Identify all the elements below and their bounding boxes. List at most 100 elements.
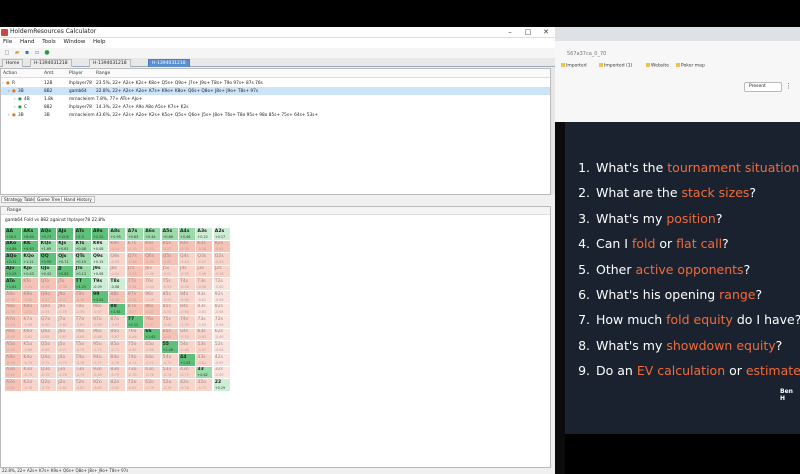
range-cell[interactable]: Q9o -0.47 [39, 291, 57, 304]
range-cell[interactable]: T5o -0.73 [74, 341, 92, 354]
range-cell[interactable]: AJs +12.6 [57, 228, 75, 241]
tab-strategy-table[interactable]: Strategy Table [1, 196, 38, 203]
range-cell[interactable]: Q6s -0.40 [144, 253, 162, 266]
range-cell[interactable]: A2s +0.17 [213, 228, 231, 241]
range-cell[interactable]: Q2o -0.79 [39, 379, 57, 392]
range-cell[interactable]: QJs +0.71 [57, 253, 75, 266]
range-cell[interactable]: JJ +0.83 [57, 265, 75, 279]
range-cell[interactable]: 65s -0.44 [161, 328, 179, 342]
range-cell[interactable]: K7s -0.19 [126, 240, 144, 254]
range-cell[interactable]: 87o -0.63 [109, 316, 127, 329]
range-cell[interactable]: 97s -0.34 [126, 291, 144, 304]
range-cell[interactable]: K8o -0.51 [22, 303, 40, 317]
range-cell[interactable]: QTo -0.35 [39, 278, 57, 291]
range-cell[interactable]: 43o -0.75 [179, 366, 196, 380]
range-cell[interactable]: 75o -0.69 [126, 341, 144, 354]
range-cell[interactable]: Q3o -0.76 [39, 366, 57, 380]
range-cell[interactable]: J5o -0.71 [57, 341, 75, 354]
range-cell[interactable]: K7o -0.56 [22, 316, 40, 329]
range-cell[interactable]: JTo -0.38 [57, 278, 75, 291]
range-cell[interactable]: 92s -0.63 [213, 291, 231, 304]
range-cell[interactable]: 85o -0.71 [109, 341, 127, 354]
url-text[interactable]: 567a37ca_0_70 [567, 51, 606, 57]
range-cell[interactable]: 86s -0.41 [144, 303, 162, 317]
range-cell[interactable]: AKs +8.64 [22, 228, 40, 241]
range-cell[interactable]: QQ +3.95 [39, 253, 57, 266]
range-cell[interactable]: Q4s -0.44 [179, 253, 196, 266]
minimize-icon[interactable]: – [501, 27, 519, 38]
tab-hand-2[interactable]: H-1394031218 [89, 59, 131, 67]
range-cell[interactable]: Q7s -0.36 [126, 253, 144, 266]
range-cell[interactable]: T6o -0.68 [74, 328, 92, 342]
range-cell[interactable]: 72s -0.66 [213, 316, 231, 329]
range-cell[interactable]: Q8o -0.54 [39, 303, 57, 317]
range-cell[interactable]: 92o -0.83 [92, 379, 109, 392]
range-cell[interactable]: 44 +1.03 [179, 354, 196, 367]
range-cell[interactable]: 55 +1.48 [161, 341, 179, 354]
range-cell[interactable]: Q6o -0.65 [39, 328, 57, 342]
range-cell[interactable]: K9s +0.08 [92, 240, 109, 254]
range-cell[interactable]: 83s -0.63 [196, 303, 214, 317]
range-cell[interactable]: J3s -0.56 [196, 265, 214, 279]
bookmark-poker-map[interactable]: Poker map [676, 63, 705, 69]
expand-chevron-icon[interactable]: › [2, 81, 4, 86]
range-cell[interactable]: 99 +3.04 [92, 291, 109, 304]
range-cell[interactable]: 53s -0.57 [196, 341, 214, 354]
range-cell[interactable]: 66 +1.62 [144, 328, 162, 342]
range-cell[interactable]: J7o -0.62 [57, 316, 75, 329]
range-cell[interactable]: 76o -0.66 [126, 328, 144, 342]
range-cell[interactable]: A9s +1.22 [92, 228, 109, 241]
range-cell[interactable]: AA +16.5 [5, 228, 22, 241]
range-cell[interactable]: 63o -0.76 [144, 366, 162, 380]
range-cell[interactable]: 98o -0.57 [92, 303, 109, 317]
range-cell[interactable]: 77 +2.12 [126, 316, 144, 329]
range-cell[interactable]: 74o -0.74 [126, 354, 144, 367]
range-cell[interactable]: T3s -0.58 [196, 278, 214, 291]
save-icon[interactable]: ▪ [23, 49, 31, 56]
range-cell[interactable]: QTs +0.19 [74, 253, 92, 266]
new-icon[interactable]: ◻ [3, 49, 11, 56]
range-cell[interactable]: Q9s +0.15 [92, 253, 109, 266]
range-cell[interactable]: K5o -0.66 [22, 341, 40, 354]
range-cell[interactable]: A5s +0.66 [161, 228, 179, 241]
range-cell[interactable]: J9s +0.08 [92, 265, 109, 279]
range-cell[interactable]: 63s -0.62 [196, 328, 214, 342]
range-cell[interactable]: K9o -0.45 [22, 291, 40, 304]
range-cell[interactable]: 83o -0.79 [109, 366, 127, 380]
range-cell[interactable]: 32s -0.69 [213, 366, 231, 380]
range-cell[interactable]: TT +4.25 [74, 278, 92, 291]
range-cell[interactable]: 64o -0.72 [144, 354, 162, 367]
range-cell[interactable]: Q8s -0.09 [109, 253, 127, 266]
range-cell[interactable]: KJs +0.61 [57, 240, 75, 254]
menu-hand[interactable]: Hand [17, 38, 37, 45]
range-cell[interactable]: 43s -0.61 [196, 354, 214, 367]
range-cell[interactable]: 93o -0.80 [92, 366, 109, 380]
range-cell[interactable]: 54o -0.71 [161, 354, 179, 367]
maximize-icon[interactable]: □ [519, 27, 537, 38]
range-cell[interactable]: 52o -0.78 [161, 379, 179, 392]
range-cell[interactable]: K2o -0.76 [22, 379, 40, 392]
tree-row[interactable]: › ● 4B 1.8k mrnacleinm 7.8%, 77+ ATs+ AJo+ [1, 95, 550, 103]
range-cell[interactable]: 95o -0.72 [92, 341, 109, 354]
range-cell[interactable]: ATs +2.3 [74, 228, 92, 241]
range-cell[interactable]: KJo +0.43 [22, 265, 40, 279]
range-cell[interactable]: 94o -0.77 [92, 354, 109, 367]
range-cell[interactable]: AQs +9.73 [39, 228, 57, 241]
menu-help[interactable]: Help [90, 38, 109, 45]
range-cell[interactable]: J8s -0.04 [109, 265, 127, 279]
bookmark-imported[interactable]: Imported [561, 63, 587, 69]
range-cell[interactable]: T6s -0.44 [144, 278, 162, 291]
range-cell[interactable]: J6o -0.67 [57, 328, 75, 342]
range-cell[interactable]: Q3s -0.47 [196, 253, 214, 266]
range-cell[interactable]: 62s -0.66 [213, 328, 231, 342]
range-cell[interactable]: K5s -0.27 [161, 240, 179, 254]
range-cell[interactable]: AKo +4.89 [5, 240, 22, 254]
range-cell[interactable]: 53o -0.74 [161, 366, 179, 380]
range-cell[interactable]: T5s -0.53 [161, 278, 179, 291]
range-cell[interactable]: Q4o -0.72 [39, 354, 57, 367]
range-cell[interactable]: 64s -0.53 [179, 328, 196, 342]
more-menu-icon[interactable]: ⋮ [785, 82, 792, 90]
tree-row[interactable]: › ● C 882 lhplayer78 14.3%, 22+ A7s+ A9o A8o … [1, 103, 550, 111]
menu-tools[interactable]: Tools [39, 38, 59, 45]
open-folder-icon[interactable]: ▰ [13, 49, 21, 56]
